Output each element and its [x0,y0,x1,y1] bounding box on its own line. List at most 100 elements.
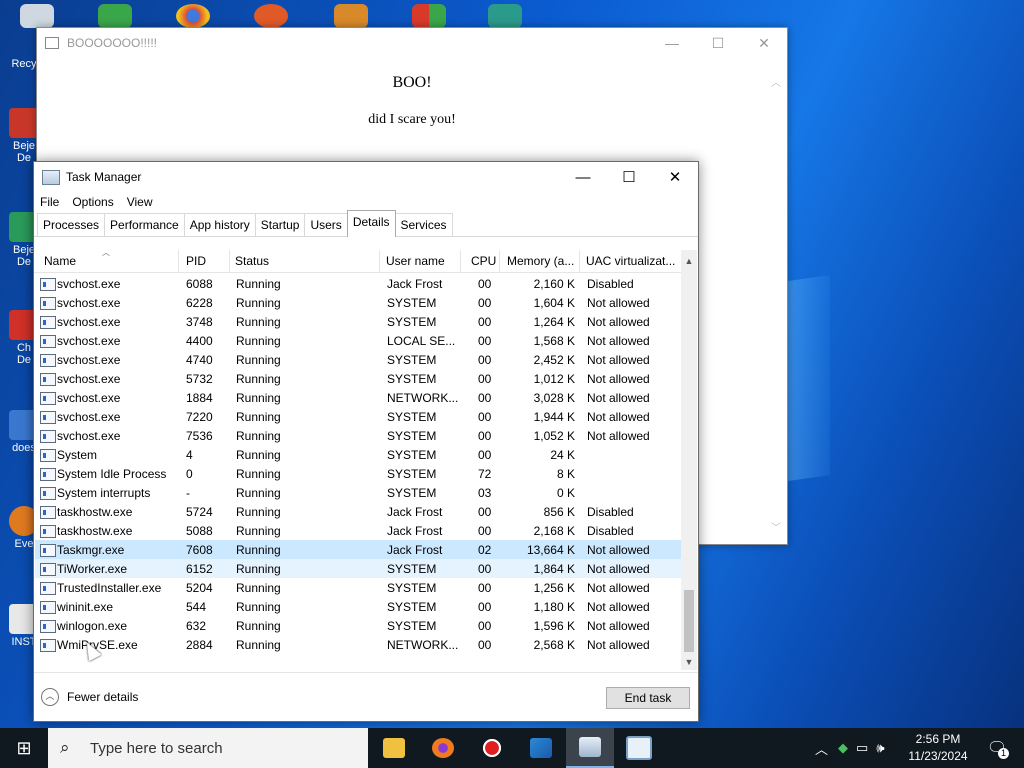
cell-status: Running [236,581,281,595]
column-header-memory[interactable]: Memory (a... [507,254,574,268]
column-header-uac[interactable]: UAC virtualizat... [586,254,675,268]
table-scrollbar[interactable]: ▲ ▼ [681,250,697,670]
column-header-user-name[interactable]: User name [386,254,445,268]
taskbar-boo-app[interactable] [615,728,663,768]
desktop-app-icon[interactable] [254,4,288,28]
table-row[interactable]: taskhostw.exe 5724 Running Jack Frost 00 856 … [35,502,681,521]
cell-uac: Not allowed [587,562,650,576]
table-row[interactable]: svchost.exe 3748 Running SYSTEM 00 1,264 K Not… [35,312,681,331]
desktop-app-icon[interactable] [334,4,368,28]
minimize-button[interactable]: — [560,162,606,192]
taskbar-file-explorer[interactable] [370,728,418,768]
shield-icon[interactable] [412,4,446,28]
scroll-down-icon[interactable]: ﹀ [771,519,781,534]
process-icon [40,563,56,576]
cell-mem: 2,160 K [533,277,575,291]
media-icon [530,738,552,758]
task-manager-title-bar[interactable]: Task Manager — ☐ ✕ [34,162,698,192]
column-divider[interactable] [178,250,179,272]
notification-count: 1 [998,748,1009,759]
cell-cpu: 00 [478,562,492,576]
table-row[interactable]: taskhostw.exe 5088 Running Jack Frost 00 2,16… [35,521,681,540]
table-row[interactable]: TrustedInstaller.exe 5204 Running SYSTEM 00 1… [35,578,681,597]
process-icon [40,316,56,329]
boo-window-title: BOOOOOOO!!!!! [67,36,158,50]
cell-uac: Not allowed [587,372,650,386]
tab-services[interactable]: Services [394,213,453,236]
close-button[interactable]: ✕ [741,28,787,58]
table-row[interactable]: TiWorker.exe 6152 Running SYSTEM 00 1,864 K No… [35,559,681,578]
table-row[interactable]: svchost.exe 1884 Running NETWORK... 00 3,028 … [35,388,681,407]
taskbar-recorder[interactable] [468,728,516,768]
volume-icon[interactable]: 🕪 [876,740,884,756]
desktop-app-icon[interactable] [20,4,54,28]
scrollbar-thumb[interactable] [684,590,694,652]
search-icon: ⌕ [60,738,70,757]
cell-status: Running [236,543,281,557]
taskbar-media-app[interactable] [517,728,565,768]
cell-cpu: 72 [478,467,492,481]
table-row[interactable]: wininit.exe 544 Running SYSTEM 00 1,180 K Not … [35,597,681,616]
scroll-down-icon[interactable]: ▼ [681,654,697,670]
desktop-people-icon[interactable] [98,4,132,28]
fewer-details-button[interactable]: ︿ Fewer details [41,688,138,706]
table-row[interactable]: svchost.exe 5732 Running SYSTEM 00 1,012 K Not… [35,369,681,388]
cell-mem: 2,568 K [533,638,575,652]
tab-processes[interactable]: Processes [37,213,106,236]
table-row[interactable]: svchost.exe 4400 Running LOCAL SE... 00 1,568… [35,331,681,350]
cell-name: svchost.exe [57,410,121,424]
table-row[interactable]: svchost.exe 4740 Running SYSTEM 00 2,452 K Not… [35,350,681,369]
clock[interactable]: 2:56 PM 11/23/2024 [898,731,978,765]
table-row[interactable]: svchost.exe 6228 Running SYSTEM 00 1,604 K Not… [35,293,681,312]
taskbar-task-manager[interactable] [566,728,614,768]
minimize-button[interactable]: — [649,28,695,58]
column-header-name[interactable]: Name [44,254,76,268]
tab-users[interactable]: Users [304,213,348,236]
column-header-status[interactable]: Status [235,254,269,268]
search-box[interactable]: ⌕ Type here to search [48,728,368,768]
chrome-icon[interactable] [176,4,210,28]
tab-app-history[interactable]: App history [183,213,256,236]
desktop-app-icon[interactable] [488,4,522,28]
table-row[interactable]: System Idle Process 0 Running SYSTEM 72 8 K [35,464,681,483]
maximize-button[interactable]: ☐ [695,28,741,58]
table-row[interactable]: winlogon.exe 632 Running SYSTEM 00 1,596 K Not… [35,616,681,635]
column-divider[interactable] [460,250,461,272]
boo-scrollbar[interactable]: ︿ ﹀ [771,74,785,534]
table-row[interactable]: Taskmgr.exe 7608 Running Jack Frost 02 13,664… [35,540,681,559]
network-icon[interactable]: ▭ [856,740,868,756]
taskbar-firefox[interactable] [419,728,467,768]
menu-options[interactable]: Options [72,195,113,209]
scroll-up-icon[interactable]: ▲ [681,253,697,269]
chevron-up-icon[interactable]: ︿ [815,739,828,758]
security-icon[interactable]: ◆ [838,740,848,756]
column-header-pid[interactable]: PID [186,254,206,268]
cell-pid: 7536 [186,429,213,443]
table-row[interactable]: System 4 Running SYSTEM 00 24 K [35,445,681,464]
tab-details[interactable]: Details [346,210,396,237]
column-divider[interactable] [379,250,380,272]
table-row[interactable]: svchost.exe 7220 Running SYSTEM 00 1,944 K Not… [35,407,681,426]
column-divider[interactable] [229,250,230,272]
table-row[interactable]: svchost.exe 7536 Running SYSTEM 00 1,052 K Not… [35,426,681,445]
boo-title-bar[interactable]: BOOOOOOO!!!!! — ☐ ✕ [37,28,787,58]
cell-status: Running [236,467,281,481]
menu-file[interactable]: File [40,195,59,209]
start-button[interactable]: ⊞ [0,728,48,768]
table-row[interactable]: svchost.exe 6088 Running Jack Frost 00 2,160 … [35,274,681,293]
cell-user: Jack Frost [387,543,443,557]
column-divider[interactable] [579,250,580,272]
scroll-up-icon[interactable]: ︿ [771,74,781,89]
maximize-button[interactable]: ☐ [606,162,652,192]
process-icon [40,639,56,652]
column-divider[interactable] [499,250,500,272]
table-row[interactable]: System interrupts - Running SYSTEM 03 0 K [35,483,681,502]
menu-view[interactable]: View [127,195,153,209]
close-button[interactable]: ✕ [652,162,698,192]
column-header-cpu[interactable]: CPU [471,254,496,268]
end-task-button[interactable]: End task [606,687,690,709]
table-row[interactable]: WmiPrvSE.exe 2884 Running NETWORK... 00 2,568… [35,635,681,654]
notification-button[interactable]: 🗨 1 [982,728,1012,768]
tab-performance[interactable]: Performance [104,213,185,236]
tab-startup[interactable]: Startup [254,213,306,236]
